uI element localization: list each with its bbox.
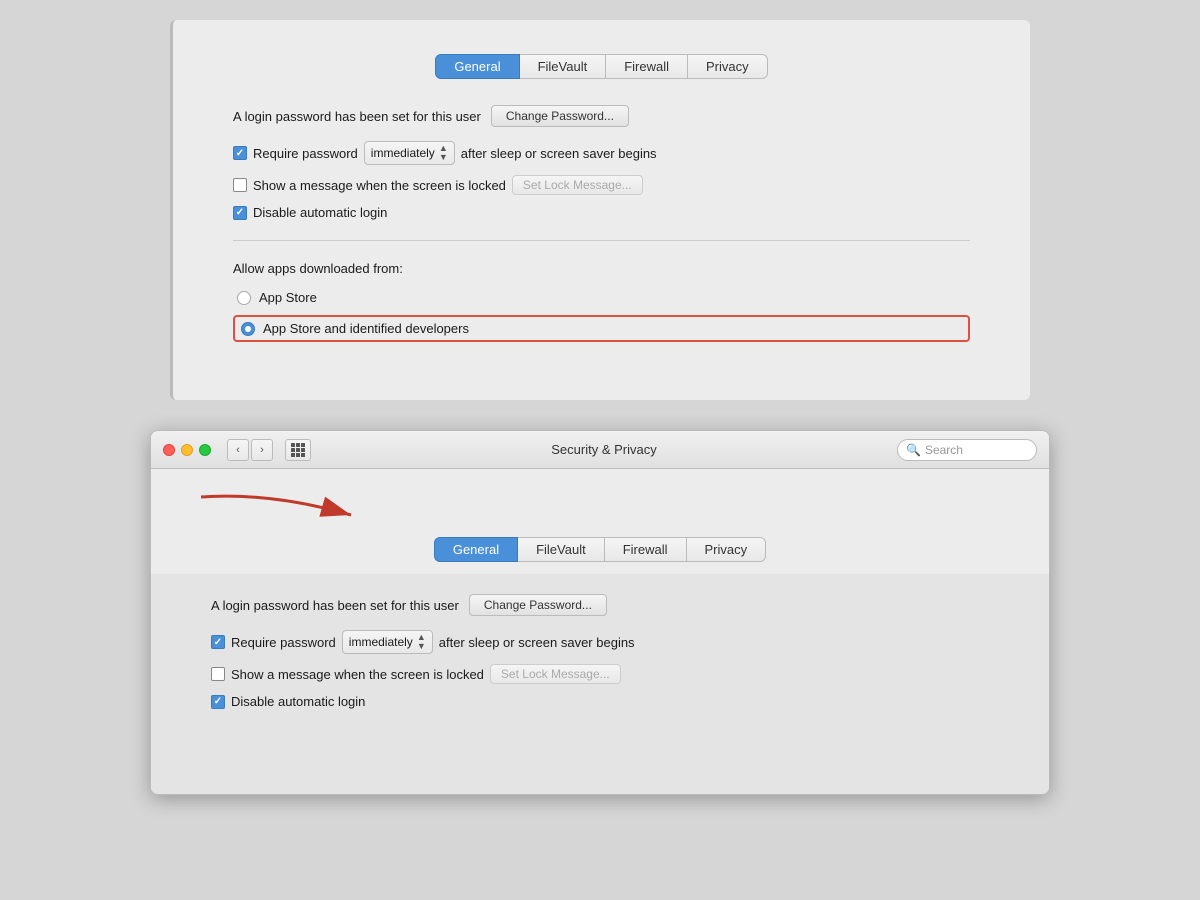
change-password-button-bottom[interactable]: Change Password...: [469, 594, 607, 616]
disable-autologin-checkbox-bottom[interactable]: [211, 695, 225, 709]
titlebar: ‹ › Security & Privacy 🔍 Search: [151, 431, 1049, 469]
traffic-lights: [163, 444, 211, 456]
require-password-checkbox-bottom[interactable]: [211, 635, 225, 649]
login-password-row-bottom: A login password has been set for this u…: [211, 594, 1009, 616]
disable-autologin-label-top: Disable automatic login: [253, 205, 387, 220]
app-store-identified-radio-row: App Store and identified developers: [233, 315, 970, 342]
tab-firewall-top[interactable]: Firewall: [606, 54, 688, 79]
forward-button[interactable]: ›: [251, 439, 273, 461]
arrow-tab-area: General FileVault Firewall Privacy: [151, 469, 1049, 574]
show-message-row-bottom: Show a message when the screen is locked…: [211, 664, 1009, 684]
maximize-button[interactable]: [199, 444, 211, 456]
disable-autologin-label-bottom: Disable automatic login: [231, 694, 365, 709]
top-tab-bar: General FileVault Firewall Privacy: [213, 40, 990, 89]
require-password-row-bottom: Require password immediately ▲ ▼ after s…: [211, 630, 1009, 654]
app-store-radio[interactable]: [237, 291, 251, 305]
tab-privacy-bottom[interactable]: Privacy: [687, 537, 767, 562]
search-placeholder: Search: [925, 443, 963, 457]
immediately-dropdown-bottom[interactable]: immediately ▲ ▼: [342, 630, 433, 654]
immediately-value-top: immediately: [371, 146, 435, 160]
change-password-button-top[interactable]: Change Password...: [491, 105, 629, 127]
grid-button[interactable]: [285, 439, 311, 461]
close-button[interactable]: [163, 444, 175, 456]
tab-general-top[interactable]: General: [435, 54, 519, 79]
allow-apps-label: Allow apps downloaded from:: [233, 261, 970, 276]
disable-autologin-row-top: Disable automatic login: [233, 205, 970, 220]
show-message-row-top: Show a message when the screen is locked…: [233, 175, 970, 195]
show-message-checkbox-bottom[interactable]: [211, 667, 225, 681]
show-message-checkbox-top[interactable]: [233, 178, 247, 192]
window-title: Security & Privacy: [321, 442, 887, 457]
disable-autologin-checkbox-top[interactable]: [233, 206, 247, 220]
set-lock-message-button-top[interactable]: Set Lock Message...: [512, 175, 643, 195]
require-password-label-top: Require password: [253, 146, 358, 161]
security-privacy-window: ‹ › Security & Privacy 🔍 Search: [150, 430, 1050, 795]
login-password-text: A login password has been set for this u…: [233, 109, 481, 124]
bottom-tab-bar: General FileVault Firewall Privacy: [151, 537, 1049, 574]
app-store-label: App Store: [259, 290, 317, 305]
dropdown-arrows-top: ▲ ▼: [439, 144, 448, 162]
show-message-label-bottom: Show a message when the screen is locked: [231, 667, 484, 682]
minimize-button[interactable]: [181, 444, 193, 456]
tab-general-bottom[interactable]: General: [434, 537, 518, 562]
set-lock-message-button-bottom[interactable]: Set Lock Message...: [490, 664, 621, 684]
app-store-identified-radio[interactable]: [241, 322, 255, 336]
search-box[interactable]: 🔍 Search: [897, 439, 1037, 461]
disable-autologin-row-bottom: Disable automatic login: [211, 694, 1009, 709]
window-content: A login password has been set for this u…: [151, 574, 1049, 794]
after-sleep-label-top: after sleep or screen saver begins: [461, 146, 657, 161]
require-password-checkbox-top[interactable]: [233, 146, 247, 160]
after-sleep-label-bottom: after sleep or screen saver begins: [439, 635, 635, 650]
immediately-value-bottom: immediately: [349, 635, 413, 649]
login-password-row: A login password has been set for this u…: [233, 105, 970, 127]
tab-filevault-bottom[interactable]: FileVault: [518, 537, 605, 562]
dropdown-arrows-bottom: ▲ ▼: [417, 633, 426, 651]
section-divider: [233, 240, 970, 241]
tab-filevault-top[interactable]: FileVault: [520, 54, 607, 79]
tab-firewall-bottom[interactable]: Firewall: [605, 537, 687, 562]
app-store-identified-label: App Store and identified developers: [263, 321, 469, 336]
app-store-radio-row: App Store: [233, 288, 970, 307]
nav-buttons: ‹ ›: [227, 439, 273, 461]
red-arrow-svg: [191, 487, 391, 532]
login-password-text-bottom: A login password has been set for this u…: [211, 598, 459, 613]
top-panel: General FileVault Firewall Privacy A log…: [170, 20, 1030, 400]
show-message-label-top: Show a message when the screen is locked: [253, 178, 506, 193]
search-icon: 🔍: [906, 443, 921, 457]
require-password-label-bottom: Require password: [231, 635, 336, 650]
arrow-container: [151, 477, 1049, 537]
require-password-row-top: Require password immediately ▲ ▼ after s…: [233, 141, 970, 165]
tab-privacy-top[interactable]: Privacy: [688, 54, 768, 79]
back-button[interactable]: ‹: [227, 439, 249, 461]
top-panel-content: A login password has been set for this u…: [213, 89, 990, 370]
immediately-dropdown-top[interactable]: immediately ▲ ▼: [364, 141, 455, 165]
